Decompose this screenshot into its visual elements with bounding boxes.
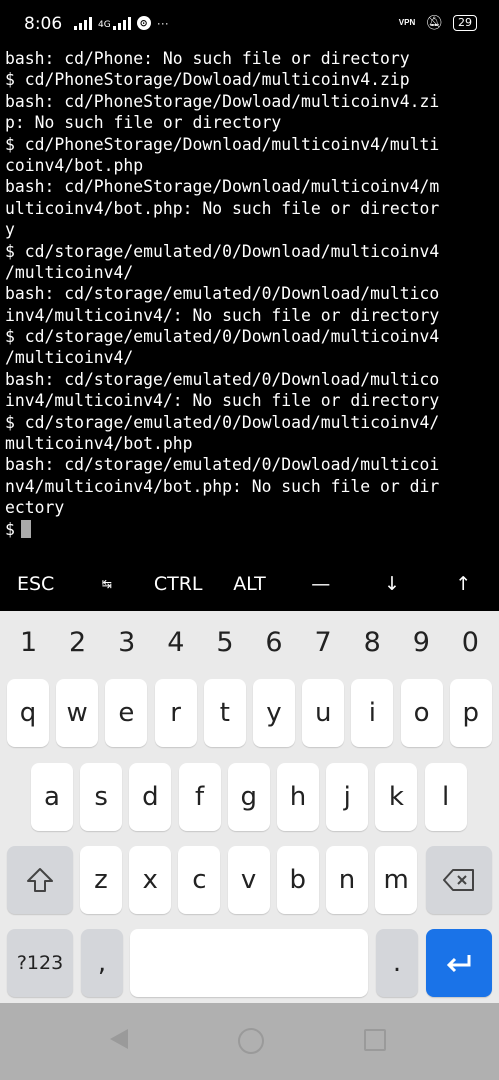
back-icon[interactable] <box>110 1029 128 1049</box>
number-key[interactable]: 8 <box>350 623 394 663</box>
letter-key[interactable]: f <box>178 763 221 831</box>
number-key[interactable]: 6 <box>252 623 296 663</box>
letter-key[interactable]: q <box>7 679 49 747</box>
navigation-bar <box>0 1003 499 1080</box>
arrow-up-key[interactable]: ↑ <box>428 560 499 610</box>
letter-key[interactable]: x <box>129 846 172 914</box>
terminal-line: $ cd/storage/emulated/0/Download/multico… <box>5 327 440 347</box>
letter-key[interactable]: l <box>424 763 467 831</box>
network-type-label: 4G <box>98 20 111 30</box>
terminal-line: /multicoinv4/ <box>5 348 134 368</box>
terminal-extra-keys: ESC ↹ CTRL ALT — ↓ ↑ <box>0 560 499 610</box>
number-key[interactable]: 4 <box>154 623 198 663</box>
enter-key[interactable] <box>426 929 492 997</box>
terminal-line: bash: cd/PhoneStorage/Download/multicoin… <box>5 177 440 197</box>
letter-key[interactable]: w <box>56 679 99 747</box>
letter-key[interactable]: k <box>375 763 418 831</box>
alt-key[interactable]: ALT <box>214 560 285 610</box>
letter-key[interactable]: m <box>375 846 418 914</box>
letter-key[interactable]: y <box>253 679 295 747</box>
recent-apps-icon[interactable] <box>364 1029 386 1051</box>
terminal-line: /multicoinv4/ <box>5 262 134 282</box>
letter-key[interactable]: i <box>351 679 394 747</box>
letter-key[interactable]: b <box>276 846 319 914</box>
number-key[interactable]: 3 <box>105 623 149 663</box>
terminal-line: bash: cd/Phone: No such file or director… <box>5 49 410 68</box>
home-icon[interactable] <box>238 1028 264 1054</box>
esc-key[interactable]: ESC <box>0 560 71 610</box>
terminal-line: p: No such file or directory <box>5 113 282 133</box>
battery-icon: 29 <box>453 14 477 31</box>
dash-key[interactable]: — <box>285 560 356 610</box>
terminal-prompt-line: $ <box>5 519 495 540</box>
terminal-cursor <box>20 519 31 538</box>
shift-icon <box>27 868 53 892</box>
shift-key[interactable] <box>7 846 73 914</box>
signal-icon <box>74 16 92 30</box>
letter-key[interactable]: a <box>31 763 73 831</box>
number-row: 1234567890 <box>0 623 499 663</box>
terminal-line: $ cd/PhoneStorage/Dowload/multicoinv4.zi… <box>5 70 410 90</box>
status-bar: 8:06 4G ⊙ ··· VPN 🔕︎ 29 <box>0 0 499 44</box>
letter-key[interactable]: c <box>178 846 221 914</box>
terminal-line: $ cd/storage/emulated/0/Dowload/multicoi… <box>5 412 440 432</box>
terminal-line: inv4/multicoinv4/: No such file or direc… <box>5 305 440 325</box>
terminal-line: $ cd/storage/emulated/0/Download/multico… <box>5 241 440 261</box>
terminal-line: bash: cd/PhoneStorage/Dowload/multicoinv… <box>5 91 440 111</box>
terminal-output[interactable]: bash: cd/Phone: No such file or director… <box>5 48 495 553</box>
status-left-icons: 4G ⊙ ··· <box>74 16 169 30</box>
space-key[interactable] <box>130 929 368 997</box>
number-key[interactable]: 1 <box>7 623 51 663</box>
number-key[interactable]: 9 <box>399 623 443 663</box>
terminal-line: inv4/multicoinv4/: No such file or direc… <box>5 391 440 411</box>
letter-key[interactable]: s <box>80 763 123 831</box>
comma-key[interactable]: , <box>81 929 123 997</box>
terminal-line: ectory <box>5 498 65 518</box>
backspace-icon <box>443 869 474 891</box>
number-key[interactable]: 2 <box>56 623 100 663</box>
vpn-icon: VPN <box>398 18 416 27</box>
letter-key[interactable]: z <box>80 846 122 914</box>
tab-key[interactable]: ↹ <box>71 560 142 610</box>
arrow-down-key[interactable]: ↓ <box>356 560 427 610</box>
terminal-line: coinv4/bot.php <box>5 155 144 175</box>
letter-key[interactable]: d <box>129 763 172 831</box>
terminal-line: $ cd/PhoneStorage/Download/multicoinv4/m… <box>5 134 440 154</box>
letter-key[interactable]: v <box>227 846 270 914</box>
letter-key[interactable]: p <box>449 679 492 747</box>
terminal-line: bash: cd/storage/emulated/0/Dowload/mult… <box>5 455 440 475</box>
letter-key[interactable]: r <box>154 679 197 747</box>
terminal-line: multicoinv4/bot.php <box>5 434 193 454</box>
terminal-prompt: $ <box>5 519 15 539</box>
period-key[interactable]: . <box>376 929 418 997</box>
letter-key[interactable]: n <box>326 846 368 914</box>
enter-icon <box>446 955 471 973</box>
more-notifications-icon: ··· <box>156 16 169 30</box>
backspace-key[interactable] <box>426 846 492 914</box>
letter-key[interactable]: h <box>277 763 319 831</box>
letter-key[interactable]: o <box>400 679 443 747</box>
letter-key[interactable]: j <box>326 763 369 831</box>
number-key[interactable]: 5 <box>203 623 247 663</box>
terminal-line: nv4/multicoinv4/bot.php: No such file or… <box>5 476 440 496</box>
letter-key[interactable]: g <box>227 763 270 831</box>
symbols-key[interactable]: ?123 <box>7 929 73 997</box>
terminal-line: y <box>5 220 15 240</box>
letter-key[interactable]: t <box>203 679 246 747</box>
ctrl-key[interactable]: CTRL <box>143 560 214 610</box>
soft-keyboard: 1234567890 qwertyuiop asdfghjkl zxcvbnm … <box>0 611 499 1003</box>
terminal-line: bash: cd/storage/emulated/0/Download/mul… <box>5 369 440 389</box>
notification-app-icon: ⊙ <box>136 16 151 30</box>
terminal-line: bash: cd/storage/emulated/0/Download/mul… <box>5 284 440 304</box>
letter-key[interactable]: e <box>105 679 148 747</box>
terminal-line: ulticoinv4/bot.php: No such file or dire… <box>5 198 440 218</box>
number-key[interactable]: 7 <box>301 623 345 663</box>
status-right-icons: VPN 🔕︎ 29 <box>399 14 477 31</box>
number-key[interactable]: 0 <box>448 623 492 663</box>
signal-2-icon <box>112 16 131 30</box>
mute-icon: 🔕︎ <box>425 14 443 30</box>
letter-key[interactable]: u <box>302 679 345 747</box>
status-time: 8:06 <box>24 14 63 34</box>
